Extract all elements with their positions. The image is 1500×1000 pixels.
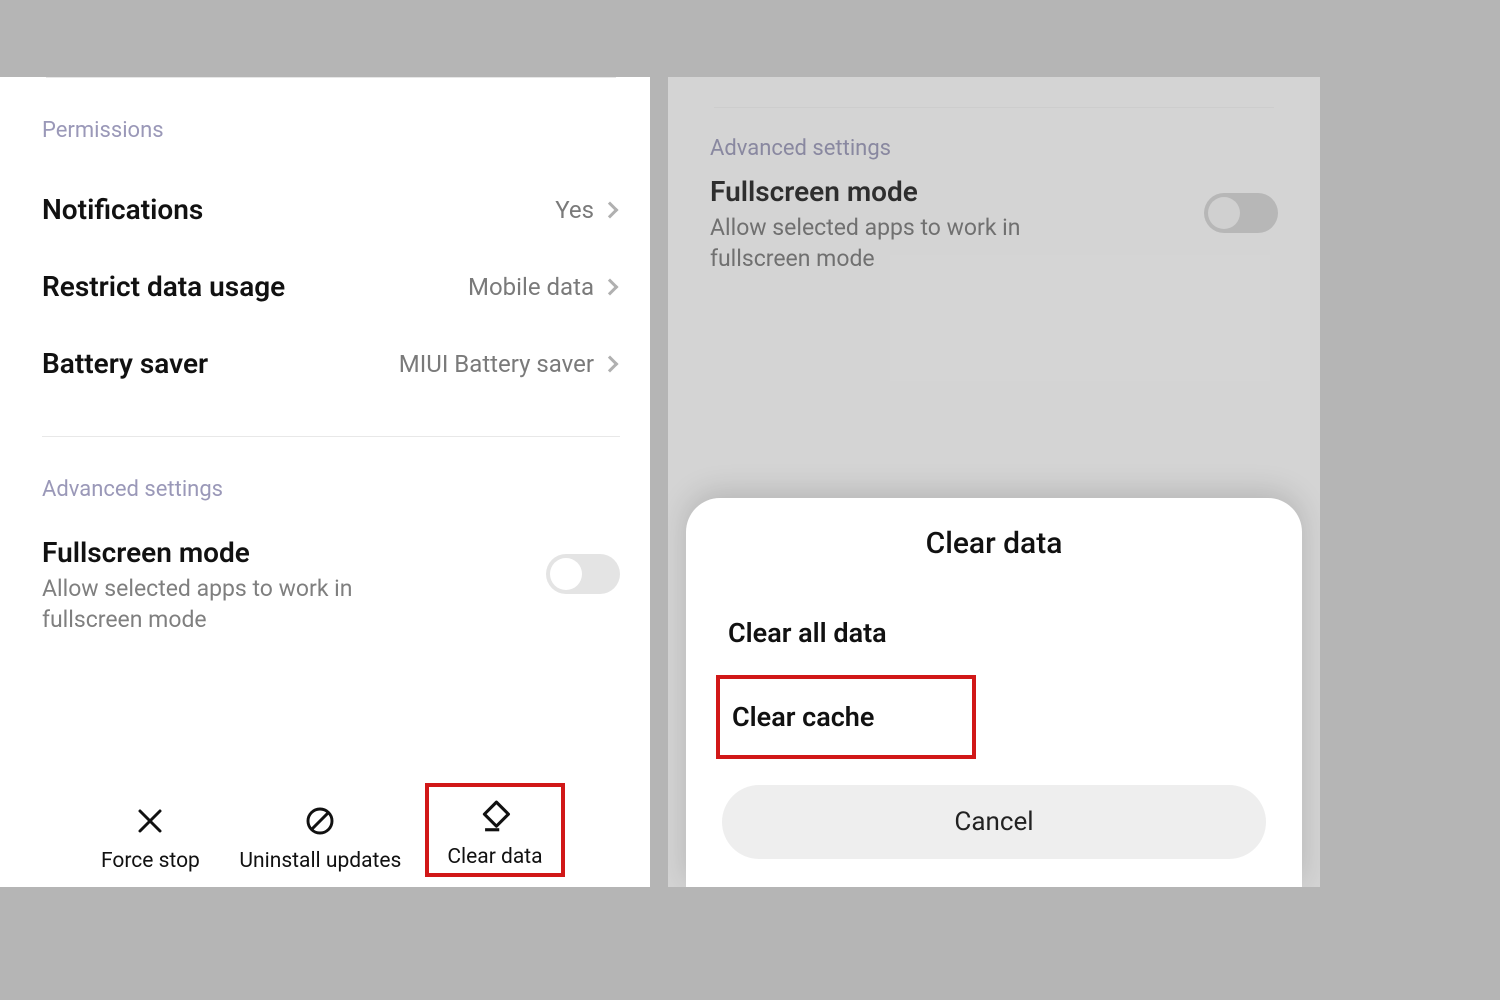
clear-data-label: Clear data — [447, 845, 542, 869]
toggle-knob — [1208, 197, 1240, 229]
section-label-advanced: Advanced settings — [42, 477, 620, 502]
clear-data-button[interactable]: Clear data — [425, 783, 564, 877]
restrict-title: Restrict data usage — [42, 270, 285, 303]
toggle-knob — [550, 558, 582, 590]
fullscreen-title: Fullscreen mode — [42, 536, 442, 569]
section-label-permissions: Permissions — [42, 118, 620, 143]
notifications-title: Notifications — [42, 193, 203, 226]
fullscreen-toggle[interactable] — [546, 554, 620, 594]
chevron-right-icon — [602, 201, 619, 218]
cancel-button[interactable]: Cancel — [722, 785, 1266, 859]
uninstall-label: Uninstall updates — [239, 849, 401, 873]
section-label-advanced: Advanced settings — [710, 136, 1278, 161]
battery-value: MIUI Battery saver — [399, 350, 620, 378]
force-stop-button[interactable]: Force stop — [85, 795, 215, 877]
force-stop-label: Force stop — [101, 849, 200, 873]
clear-cache-option[interactable]: Clear cache — [716, 675, 976, 759]
fullscreen-desc: Allow selected apps to work in fullscree… — [710, 212, 1110, 274]
bottom-action-bar: Force stop Uninstall updates Clear data — [0, 783, 650, 877]
row-fullscreen[interactable]: Fullscreen mode Allow selected apps to w… — [42, 530, 620, 635]
chevron-right-icon — [602, 278, 619, 295]
sheet-title: Clear data — [722, 526, 1266, 561]
clear-data-sheet: Clear data Clear all data Clear cache Ca… — [686, 498, 1302, 887]
row-notifications[interactable]: Notifications Yes — [42, 171, 620, 248]
eraser-icon — [475, 797, 515, 837]
chevron-right-icon — [602, 355, 619, 372]
block-icon — [300, 801, 340, 841]
fullscreen-title: Fullscreen mode — [710, 175, 1110, 208]
divider — [46, 77, 616, 78]
restrict-value: Mobile data — [468, 273, 620, 301]
fullscreen-desc: Allow selected apps to work in fullscree… — [42, 573, 442, 635]
clear-all-data-option[interactable]: Clear all data — [722, 597, 1266, 669]
divider — [42, 436, 620, 437]
app-info-screen-with-sheet: Advanced settings Fullscreen mode Allow … — [668, 77, 1320, 887]
notifications-value: Yes — [555, 196, 620, 224]
row-fullscreen[interactable]: Fullscreen mode Allow selected apps to w… — [710, 169, 1278, 274]
uninstall-updates-button[interactable]: Uninstall updates — [233, 795, 407, 877]
fullscreen-toggle[interactable] — [1204, 193, 1278, 233]
row-battery-saver[interactable]: Battery saver MIUI Battery saver — [42, 325, 620, 402]
divider — [714, 107, 1274, 108]
row-restrict-data[interactable]: Restrict data usage Mobile data — [42, 248, 620, 325]
close-icon — [130, 801, 170, 841]
app-info-screen: Permissions Notifications Yes Restrict d… — [0, 77, 650, 887]
battery-title: Battery saver — [42, 347, 208, 380]
